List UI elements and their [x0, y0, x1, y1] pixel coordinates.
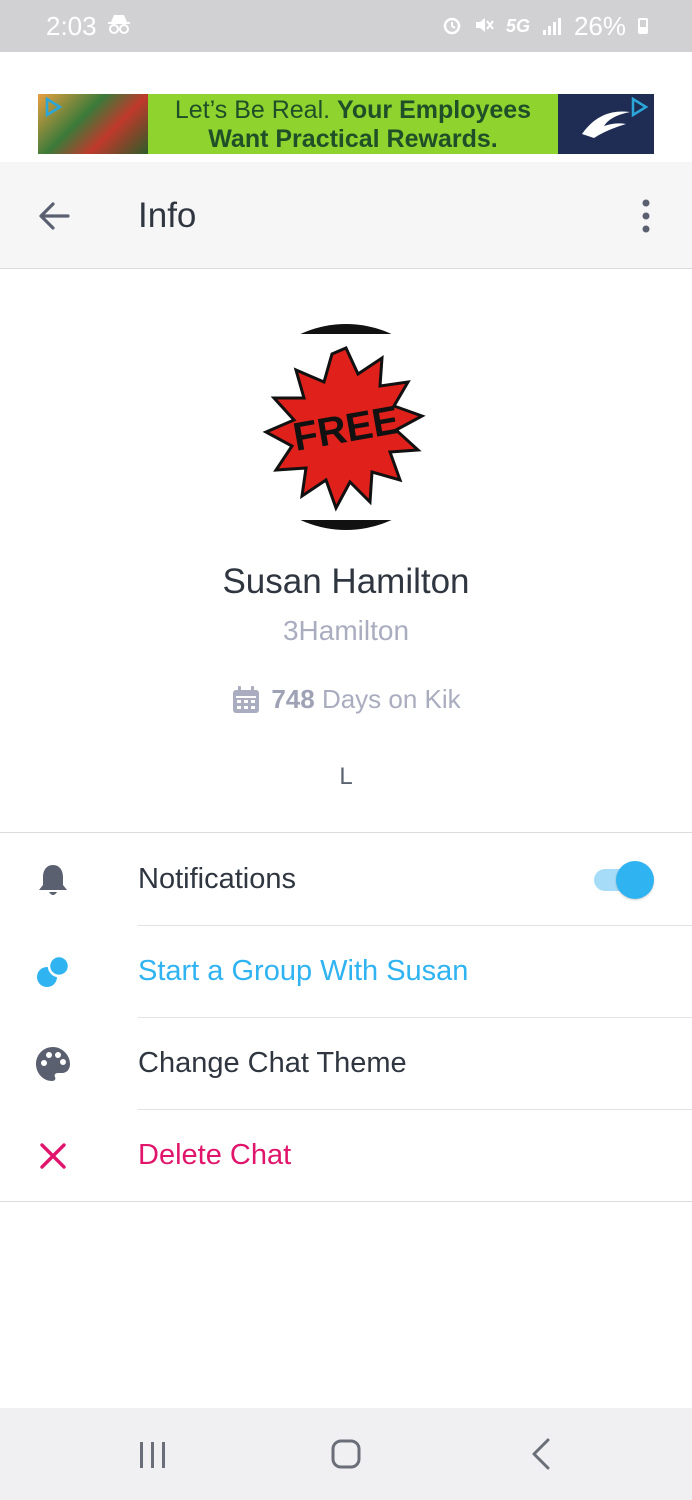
signal-icon	[542, 11, 562, 42]
system-nav-bar	[0, 1408, 692, 1500]
home-icon[interactable]	[330, 1438, 362, 1470]
notifications-toggle[interactable]	[592, 859, 656, 899]
ad-image	[38, 94, 148, 154]
notifications-row[interactable]: Notifications	[0, 833, 692, 925]
change-theme-label: Change Chat Theme	[138, 1047, 407, 1079]
username: 3Hamilton	[282, 615, 410, 646]
battery-percent: 26%	[573, 10, 626, 41]
nav-back-icon[interactable]	[528, 1436, 554, 1472]
status-bar: 2:03 5G 26%	[0, 0, 692, 52]
app-bar: Info	[0, 162, 692, 269]
group-icon	[37, 954, 71, 987]
palette-icon	[36, 1047, 70, 1081]
days-on-kik: 748 Days on Kik	[0, 684, 692, 715]
network-type: 5G	[505, 15, 530, 36]
start-group-label: Start a Group With Susan	[138, 955, 469, 987]
ad-choices-icon	[45, 96, 63, 118]
calendar-icon	[233, 685, 260, 713]
ad-banner[interactable]: Let’s Be Real. Your Employees Want Pract…	[38, 94, 654, 154]
notifications-label: Notifications	[138, 863, 296, 895]
delete-chat-row[interactable]: Delete Chat	[0, 1109, 692, 1201]
delete-chat-label: Delete Chat	[138, 1139, 292, 1171]
ad-text: Let’s Be Real. Your Employees Want Pract…	[174, 96, 532, 153]
avatar[interactable]: FREE	[240, 324, 452, 530]
bio: L	[339, 763, 353, 790]
toggle-thumb	[616, 861, 654, 899]
bell-icon	[39, 865, 67, 895]
page-title: Info	[138, 196, 197, 235]
days-count: 748	[271, 684, 315, 714]
mute-icon	[474, 11, 494, 42]
display-name: Susan Hamilton	[222, 562, 470, 601]
info-menu: Notifications Start a Group With Susan C…	[0, 832, 692, 1202]
ad-play-icon[interactable]	[628, 96, 650, 118]
alarm-icon	[442, 11, 462, 42]
change-theme-row[interactable]: Change Chat Theme	[0, 1017, 692, 1109]
back-arrow-icon[interactable]	[36, 198, 72, 234]
close-icon	[40, 1143, 66, 1169]
recent-apps-icon[interactable]	[136, 1440, 170, 1470]
start-group-row[interactable]: Start a Group With Susan	[0, 925, 692, 1017]
status-time: 2:03	[46, 10, 97, 41]
battery-icon	[638, 18, 648, 34]
more-options-icon[interactable]	[636, 198, 656, 234]
incognito-icon	[107, 11, 131, 42]
days-label: Days on Kik	[321, 684, 461, 714]
